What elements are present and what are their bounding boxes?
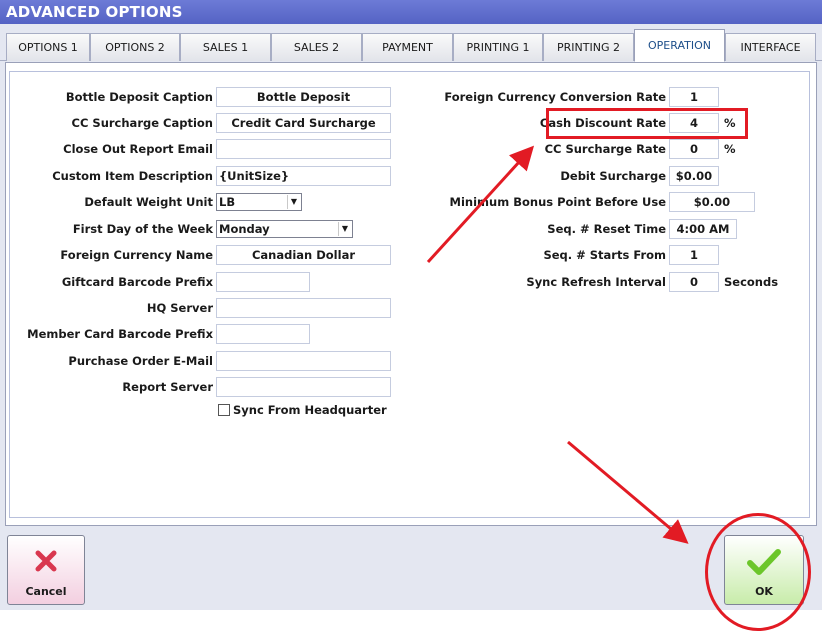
- chevron-down-icon[interactable]: ▼: [287, 195, 300, 209]
- seq-starts-from-field[interactable]: 1: [669, 245, 719, 265]
- custom-item-description-label: Custom Item Description: [52, 169, 213, 183]
- purchase-order-email-label: Purchase Order E-Mail: [68, 354, 213, 368]
- first-day-of-week-select[interactable]: Monday ▼: [216, 220, 353, 238]
- foreign-currency-name-field[interactable]: Canadian Dollar: [216, 245, 391, 265]
- purchase-order-email-field[interactable]: [216, 351, 391, 371]
- ok-highlight-circle: [705, 513, 811, 631]
- seq-starts-from-label: Seq. # Starts From: [543, 248, 666, 262]
- tab-operation[interactable]: OPERATION: [634, 29, 725, 62]
- foreign-currency-name-label: Foreign Currency Name: [60, 248, 213, 262]
- sync-refresh-interval-label: Sync Refresh Interval: [526, 275, 666, 289]
- sync-from-headquarter-label[interactable]: Sync From Headquarter: [233, 400, 387, 420]
- window-title: ADVANCED OPTIONS: [0, 0, 822, 24]
- tab-sales-1[interactable]: SALES 1: [180, 33, 271, 61]
- cc-surcharge-rate-label: CC Surcharge Rate: [544, 142, 666, 156]
- tab-payment[interactable]: PAYMENT: [362, 33, 453, 61]
- member-card-barcode-prefix-field[interactable]: [216, 324, 310, 344]
- custom-item-description-field[interactable]: {UnitSize}: [216, 166, 391, 186]
- default-weight-unit-value: LB: [219, 195, 236, 209]
- tab-sales-2[interactable]: SALES 2: [271, 33, 362, 61]
- sync-refresh-interval-suffix: Seconds: [724, 275, 779, 289]
- close-out-report-email-field[interactable]: [216, 139, 391, 159]
- tab-bar: OPTIONS 1 OPTIONS 2 SALES 1 SALES 2 PAYM…: [0, 29, 822, 62]
- report-server-label: Report Server: [122, 380, 213, 394]
- tab-options-1[interactable]: OPTIONS 1: [6, 33, 90, 61]
- foreign-currency-conversion-rate-label: Foreign Currency Conversion Rate: [444, 90, 666, 104]
- foreign-currency-conversion-rate-field[interactable]: 1: [669, 87, 719, 107]
- first-day-of-week-value: Monday: [219, 222, 270, 236]
- first-day-of-week-label: First Day of the Week: [72, 222, 213, 236]
- giftcard-barcode-prefix-field[interactable]: [216, 272, 310, 292]
- cc-surcharge-caption-label: CC Surcharge Caption: [71, 116, 213, 130]
- giftcard-barcode-prefix-label: Giftcard Barcode Prefix: [61, 275, 213, 289]
- cc-surcharge-rate-suffix: %: [724, 142, 736, 156]
- hq-server-label: HQ Server: [146, 301, 213, 315]
- sync-refresh-interval-field[interactable]: 0: [669, 272, 719, 292]
- minimum-bonus-point-field[interactable]: $0.00: [669, 192, 755, 212]
- close-out-report-email-label: Close Out Report Email: [63, 142, 213, 156]
- hq-server-field[interactable]: [216, 298, 391, 318]
- cash-discount-highlight: [546, 108, 748, 139]
- default-weight-unit-label: Default Weight Unit: [84, 195, 213, 209]
- seq-reset-time-label: Seq. # Reset Time: [547, 222, 666, 236]
- tab-printing-2[interactable]: PRINTING 2: [543, 33, 634, 61]
- cancel-button-label: Cancel: [25, 585, 67, 598]
- bottle-deposit-caption-label: Bottle Deposit Caption: [65, 90, 213, 104]
- tab-options-2[interactable]: OPTIONS 2: [90, 33, 180, 61]
- cc-surcharge-rate-field[interactable]: 0: [669, 139, 719, 159]
- bottle-deposit-caption-field[interactable]: Bottle Deposit: [216, 87, 391, 107]
- cc-surcharge-caption-field[interactable]: Credit Card Surcharge: [216, 113, 391, 133]
- report-server-field[interactable]: [216, 377, 391, 397]
- default-weight-unit-select[interactable]: LB ▼: [216, 193, 302, 211]
- cancel-button[interactable]: Cancel: [7, 535, 85, 605]
- minimum-bonus-point-label: Minimum Bonus Point Before Use: [449, 195, 666, 209]
- member-card-barcode-prefix-label: Member Card Barcode Prefix: [27, 327, 213, 341]
- sync-from-headquarter-checkbox[interactable]: [218, 404, 230, 416]
- debit-surcharge-field[interactable]: $0.00: [669, 166, 719, 186]
- close-icon: [35, 550, 57, 572]
- seq-reset-time-field[interactable]: 4:00 AM: [669, 219, 737, 239]
- tab-interface[interactable]: INTERFACE: [725, 33, 816, 61]
- debit-surcharge-label: Debit Surcharge: [560, 169, 666, 183]
- tab-printing-1[interactable]: PRINTING 1: [453, 33, 543, 61]
- chevron-down-icon[interactable]: ▼: [338, 222, 351, 236]
